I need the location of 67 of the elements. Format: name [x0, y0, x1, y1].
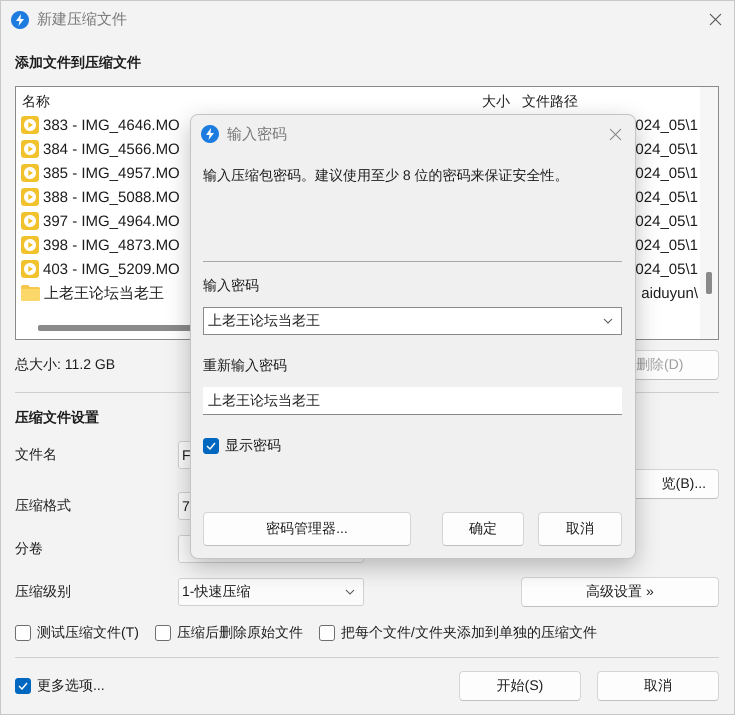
dialog-button[interactable]: 取消 [597, 671, 719, 701]
file-path: 024_05\1 [635, 236, 698, 254]
section-heading: 添加文件到压缩文件 [15, 54, 142, 72]
field-label: 压缩格式 [15, 496, 72, 514]
file-path: 024_05\1 [635, 164, 698, 182]
window-title: 新建压缩文件 [37, 10, 128, 29]
file-path: aiduyun\ [641, 284, 698, 302]
checkbox[interactable] [203, 438, 219, 454]
action-button[interactable]: 高级设置 » [521, 576, 719, 606]
field-label: 文件名 [15, 446, 58, 464]
field-label: 分卷 [15, 540, 44, 558]
total-size-text: 总大小: 11.2 GB [15, 356, 116, 374]
dialog-button[interactable]: 取消 [538, 512, 622, 546]
folder-icon [21, 285, 40, 301]
checkbox[interactable] [318, 625, 335, 641]
file-name: 上老王论坛当老王 [44, 284, 164, 302]
file-name: 384 - IMG_4566.MO [43, 140, 180, 158]
file-name: 398 - IMG_4873.MO [43, 236, 180, 254]
close-icon[interactable] [709, 13, 722, 26]
checkmark-icon [18, 682, 28, 690]
input-field[interactable]: 上老王论坛当老王 [203, 387, 622, 415]
column-header[interactable]: 文件路径 [516, 93, 700, 111]
dialog-button[interactable]: 确定 [442, 512, 524, 546]
field-label: 输入密码 [203, 277, 260, 295]
column-header[interactable]: 名称 [16, 93, 391, 111]
video-file-icon [21, 260, 39, 278]
checkbox[interactable] [154, 625, 171, 641]
video-file-icon [21, 140, 39, 158]
field-label: 压缩级别 [15, 582, 72, 600]
dropdown[interactable]: 1-快速压缩 [178, 578, 364, 606]
scrollbar-thumb[interactable] [706, 272, 712, 294]
file-name: 403 - IMG_5209.MO [43, 260, 180, 278]
field-label: 重新输入密码 [203, 357, 288, 375]
chevron-down-icon [603, 318, 613, 324]
close-icon[interactable] [609, 128, 622, 140]
dialog-title: 输入密码 [227, 124, 288, 144]
video-file-icon [21, 212, 39, 230]
chevron-down-icon [345, 588, 355, 594]
dialog-button[interactable]: 开始(S) [459, 671, 581, 701]
more-options-checkbox[interactable]: 更多选项... [15, 677, 105, 695]
dialog-button[interactable]: 密码管理器... [203, 512, 411, 546]
video-file-icon [21, 164, 39, 182]
checkmark-icon [206, 442, 216, 450]
option-checkbox[interactable]: 测试压缩文件(T) [15, 624, 139, 642]
section-heading: 压缩文件设置 [15, 409, 100, 427]
checkbox[interactable] [15, 678, 31, 694]
file-path: 024_05\1 [635, 260, 698, 278]
file-path: 024_05\1 [635, 116, 698, 134]
option-checkbox[interactable]: 压缩后删除原始文件 [154, 624, 303, 642]
file-path: 024_05\1 [635, 212, 698, 230]
file-name: 397 - IMG_4964.MO [43, 212, 180, 230]
checkbox[interactable] [15, 625, 31, 641]
video-file-icon [21, 188, 39, 206]
column-header[interactable]: 大小 [391, 93, 516, 111]
file-path: 024_05\1 [635, 140, 698, 158]
file-name: 385 - IMG_4957.MO [43, 164, 180, 182]
file-path: 024_05\1 [635, 188, 698, 206]
file-name: 383 - IMG_4646.MO [43, 116, 180, 134]
video-file-icon [21, 236, 39, 254]
option-checkbox[interactable]: 把每个文件/文件夹添加到单独的压缩文件 [318, 624, 597, 642]
description-text: 输入压缩包密码。建议使用至少 8 位的密码来保证安全性。 [203, 167, 570, 185]
app-logo-icon [11, 10, 29, 28]
video-file-icon [21, 116, 39, 134]
password-dropdown[interactable]: 上老王论坛当老王 [203, 307, 622, 335]
show-password-checkbox[interactable]: 显示密码 [203, 437, 622, 455]
app-logo-icon [201, 125, 219, 143]
file-name: 388 - IMG_5088.MO [43, 188, 180, 206]
